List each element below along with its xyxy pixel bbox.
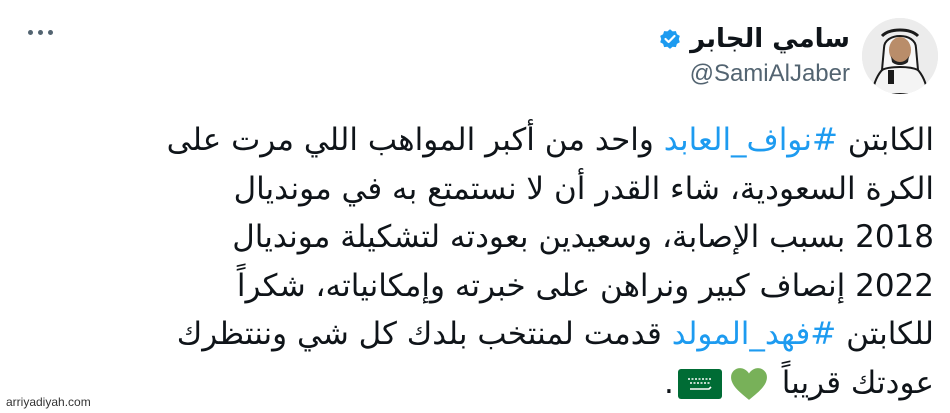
tweet-line: الكرة السعودية، شاء القدر أن لا نستمتع ب… bbox=[233, 170, 934, 207]
tweet-text: الكابتن #نواف_العابد واحد من أكبر المواه… bbox=[34, 116, 934, 407]
author-handle[interactable]: @SamiAlJaber bbox=[658, 60, 850, 88]
hashtag-link[interactable]: #فهد_المولد bbox=[672, 316, 837, 352]
name-row: سامي الجابر bbox=[658, 22, 850, 56]
tweet-text-segment: عودتك قريباً bbox=[781, 364, 934, 401]
dot bbox=[48, 30, 53, 35]
hashtag-link[interactable]: #نواف_العابد bbox=[664, 122, 838, 158]
saudi-flag-icon bbox=[677, 369, 722, 399]
author-name[interactable]: سامي الجابر bbox=[690, 22, 850, 56]
dot bbox=[38, 30, 43, 35]
more-options-icon[interactable] bbox=[28, 30, 53, 35]
verified-badge-icon bbox=[660, 29, 680, 49]
tweet-line: عودتك قريباً . bbox=[34, 359, 934, 408]
watermark: arriyadiyah.com bbox=[6, 395, 91, 409]
green-heart-icon bbox=[730, 368, 767, 400]
tweet-line: 2018 بسبب الإصابة، وسعيدين بعودته لتشكيل… bbox=[232, 219, 934, 255]
tweet-line: 2022 إنصاف كبير ونراهن على خبرته وإمكاني… bbox=[236, 267, 934, 304]
tweet-text-segment: قدمت لمنتخب بلدك كل شي وننتظرك bbox=[176, 316, 672, 352]
avatar[interactable] bbox=[862, 18, 938, 94]
avatar-image bbox=[862, 18, 938, 94]
tweet-text-segment: الكابتن bbox=[837, 122, 934, 158]
tweet-card: سامي الجابر @SamiAlJaber الكابتن #نواف_ا… bbox=[0, 0, 950, 413]
tweet-text-segment: واحد من أكبر المواهب اللي مرت على bbox=[166, 122, 664, 158]
dot bbox=[28, 30, 33, 35]
tweet-header: سامي الجابر @SamiAlJaber bbox=[658, 22, 850, 88]
tweet-text-segment: للكابتن bbox=[836, 316, 934, 352]
tweet-line: للكابتن #فهد_المولد قدمت لمنتخب بلدك كل … bbox=[34, 310, 934, 359]
tweet-text-segment: . bbox=[664, 364, 674, 401]
tweet-line: الكابتن #نواف_العابد واحد من أكبر المواه… bbox=[34, 116, 934, 165]
